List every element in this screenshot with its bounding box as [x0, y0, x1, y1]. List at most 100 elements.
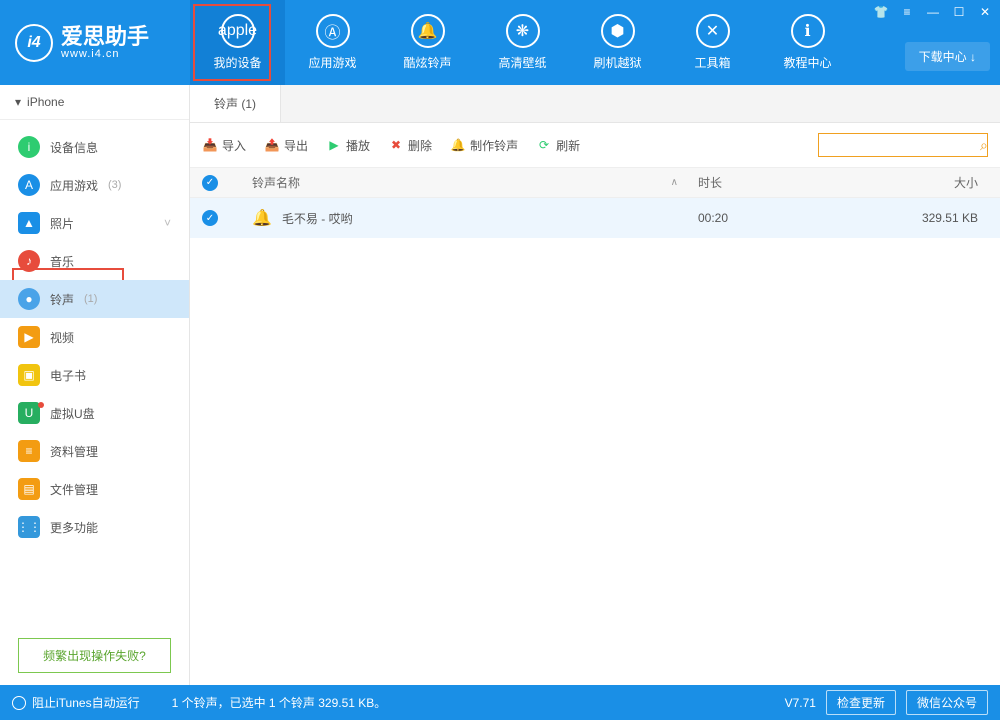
nav-label: 教程中心	[783, 54, 831, 71]
tabs: 铃声 (1)	[190, 85, 1000, 123]
sidebar-item-更多功能[interactable]: ⋮⋮ 更多功能	[0, 508, 189, 546]
table-row[interactable]: ✓ 🔔 毛不易 - 哎哟 00:20329.51 KB	[190, 198, 1000, 238]
row-checkbox[interactable]: ✓	[202, 210, 218, 226]
tab-ringtones[interactable]: 铃声 (1)	[190, 85, 281, 122]
export-button[interactable]: 📤导出	[264, 137, 308, 154]
play-button[interactable]: ▶播放	[326, 137, 370, 154]
sort-asc-icon: ∧	[671, 177, 678, 188]
import-button[interactable]: 📥导入	[202, 137, 246, 154]
sidebar-icon: ≡	[18, 440, 40, 462]
check-update-button[interactable]: 检查更新	[826, 690, 896, 715]
wechat-button[interactable]: 微信公众号	[906, 690, 988, 715]
row-name: 毛不易 - 哎哟	[282, 210, 353, 227]
sidebar-item-文件管理[interactable]: ▤ 文件管理	[0, 470, 189, 508]
sidebar-item-音乐[interactable]: ♪ 音乐	[0, 242, 189, 280]
make-ringtone-button[interactable]: 🔔制作铃声	[450, 137, 518, 154]
select-all-checkbox[interactable]: ✓	[202, 175, 218, 191]
nav-box[interactable]: ⬢刷机越狱	[570, 0, 665, 85]
row-size: 329.51 KB	[838, 211, 988, 225]
sidebar-label: 虚拟U盘	[50, 405, 95, 422]
bell-plus-icon: 🔔	[450, 137, 466, 153]
refresh-icon: ⟳	[536, 137, 552, 153]
sidebar-label: 更多功能	[50, 519, 98, 536]
ringtone-icon: 🔔	[252, 208, 272, 228]
selection-status: 1 个铃声，已选中 1 个铃声 329.51 KB。	[172, 694, 387, 711]
wrench-icon: ✕	[696, 14, 730, 48]
column-name[interactable]: 铃声名称∧	[232, 174, 698, 191]
nav-label: 酷炫铃声	[403, 54, 451, 71]
sidebar-icon: ▶	[18, 326, 40, 348]
sidebar-label: 铃声	[50, 291, 74, 308]
logo-icon: i4	[15, 24, 53, 62]
sidebar-icon: i	[18, 136, 40, 158]
sidebar-label: 电子书	[50, 367, 86, 384]
nav-flower[interactable]: ❋高清壁纸	[475, 0, 570, 85]
sidebar-label: 文件管理	[50, 481, 98, 498]
sidebar-count: (1)	[84, 293, 97, 305]
bell-icon: 🔔	[411, 14, 445, 48]
refresh-button[interactable]: ⟳刷新	[536, 137, 580, 154]
sidebar-label: 音乐	[50, 253, 74, 270]
download-center-button[interactable]: 下载中心 ↓	[905, 42, 990, 71]
toolbar: 📥导入 📤导出 ▶播放 ✖删除 🔔制作铃声 ⟳刷新 ⌕	[190, 123, 1000, 167]
version-label: V7.71	[785, 696, 816, 710]
i-icon: ℹ	[791, 14, 825, 48]
logo-area: i4 爱思助手 www.i4.cn	[0, 0, 190, 85]
search-input[interactable]	[825, 138, 980, 152]
column-size[interactable]: 大小	[838, 174, 988, 191]
delete-icon: ✖	[388, 137, 404, 153]
sidebar-item-应用游戏[interactable]: A应用游戏(3)	[0, 166, 189, 204]
sidebar-item-视频[interactable]: ▶视频	[0, 318, 189, 356]
circle-icon	[12, 696, 26, 710]
export-icon: 📤	[264, 137, 280, 153]
flower-icon: ❋	[506, 14, 540, 48]
chevron-down-icon: ▾	[15, 95, 21, 109]
menu-icon[interactable]: ≡	[898, 4, 916, 20]
sidebar-icon: A	[18, 174, 40, 196]
nav-apple[interactable]: apple我的设备	[190, 0, 285, 85]
sidebar-item-设备信息[interactable]: i 设备信息	[0, 128, 189, 166]
device-dropdown[interactable]: ▾ iPhone	[0, 85, 189, 120]
sidebar-icon: ⋮⋮	[18, 516, 40, 538]
close-icon[interactable]: ✕	[976, 4, 994, 20]
nav-A[interactable]: Ⓐ 应用游戏	[285, 0, 380, 85]
box-icon: ⬢	[601, 14, 635, 48]
sidebar-item-资料管理[interactable]: ≡资料管理	[0, 432, 189, 470]
minimize-icon[interactable]: —	[924, 4, 942, 20]
nav-bell[interactable]: 🔔 酷炫铃声	[380, 0, 475, 85]
row-duration: 00:20	[698, 211, 838, 225]
notification-dot	[38, 402, 44, 408]
sidebar-item-照片[interactable]: ▲照片˅	[0, 204, 189, 242]
nav-i[interactable]: ℹ 教程中心	[760, 0, 855, 85]
skin-icon[interactable]: 👕	[872, 4, 890, 20]
search-box[interactable]: ⌕	[818, 133, 988, 157]
sidebar-item-铃声[interactable]: ● 铃声 (1)	[0, 280, 189, 318]
sidebar-item-虚拟U盘[interactable]: U 虚拟U盘	[0, 394, 189, 432]
sidebar-icon: ●	[18, 288, 40, 310]
window-controls: 👕 ≡ — ☐ ✕	[872, 4, 994, 20]
sidebar-icon: ♪	[18, 250, 40, 272]
faq-button[interactable]: 频繁出现操作失败?	[18, 638, 171, 673]
sidebar-item-电子书[interactable]: ▣ 电子书	[0, 356, 189, 394]
nav-label: 我的设备	[213, 54, 261, 71]
status-bar: 阻止iTunes自动运行 1 个铃声，已选中 1 个铃声 329.51 KB。 …	[0, 685, 1000, 720]
sidebar-label: 应用游戏	[50, 177, 98, 194]
sidebar-label: 设备信息	[50, 139, 98, 156]
sidebar-icon: ▲	[18, 212, 40, 234]
nav-label: 工具箱	[694, 54, 730, 71]
column-duration[interactable]: 时长	[698, 174, 838, 191]
maximize-icon[interactable]: ☐	[950, 4, 968, 20]
nav-label: 应用游戏	[308, 54, 356, 71]
block-itunes-toggle[interactable]: 阻止iTunes自动运行	[12, 694, 140, 711]
search-icon[interactable]: ⌕	[980, 137, 988, 154]
delete-button[interactable]: ✖删除	[388, 137, 432, 154]
sidebar-icon: ▣	[18, 364, 40, 386]
brand-name: 爱思助手	[61, 26, 149, 48]
A-icon: Ⓐ	[316, 14, 350, 48]
import-icon: 📥	[202, 137, 218, 153]
nav-wrench[interactable]: ✕ 工具箱	[665, 0, 760, 85]
sidebar-icon: U	[18, 402, 40, 424]
brand-url: www.i4.cn	[61, 48, 149, 60]
sidebar-icon: ▤	[18, 478, 40, 500]
sidebar-label: 照片	[50, 215, 74, 232]
